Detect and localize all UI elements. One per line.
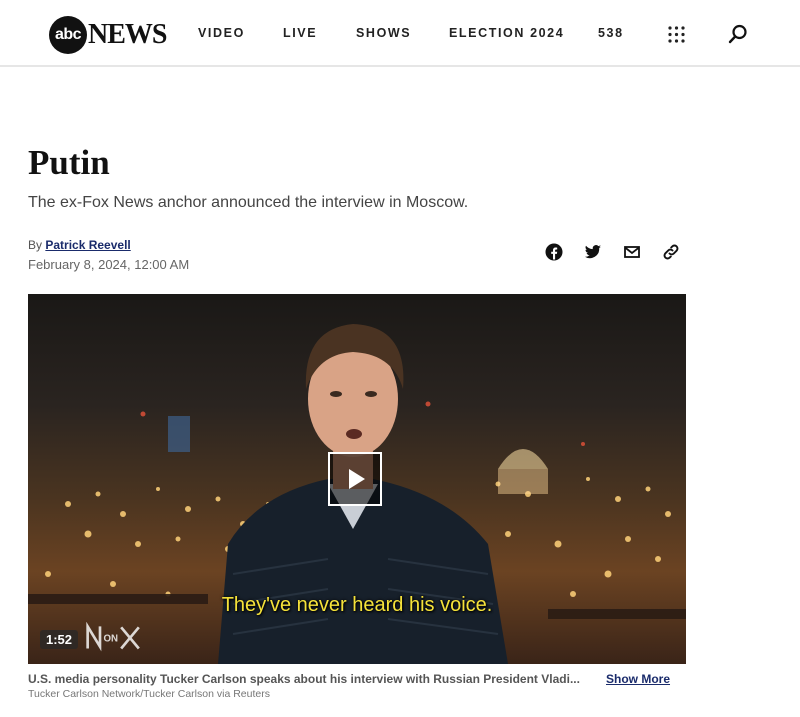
photo-credit: Tucker Carlson Network/Tucker Carlson vi… bbox=[28, 688, 270, 700]
nav-live[interactable]: LIVE bbox=[283, 26, 317, 40]
nav-video[interactable]: VIDEO bbox=[198, 26, 245, 40]
video-subtitle: They've never heard his voice. bbox=[221, 594, 493, 616]
article-subhead: The ex-Fox News anchor announced the int… bbox=[28, 194, 469, 211]
abc-news-logo[interactable]: abc NEWS bbox=[49, 16, 167, 54]
logo-word: NEWS bbox=[88, 19, 167, 50]
video-caption: U.S. media personality Tucker Carlson sp… bbox=[28, 672, 580, 686]
twitter-icon[interactable] bbox=[584, 243, 602, 261]
publish-date: February 8, 2024, 12:00 AM bbox=[28, 257, 190, 272]
show-more-link[interactable]: Show More bbox=[606, 672, 670, 686]
byline: By Patrick Reevell bbox=[28, 238, 131, 252]
link-icon[interactable] bbox=[662, 243, 680, 261]
nav-538[interactable]: 538 bbox=[598, 26, 624, 40]
author-link[interactable]: Patrick Reevell bbox=[45, 238, 130, 252]
play-button[interactable] bbox=[328, 452, 382, 506]
byline-prefix: By bbox=[28, 238, 43, 252]
play-icon bbox=[349, 469, 365, 489]
video-player[interactable]: They've never heard his voice. 1:52 ON bbox=[28, 294, 686, 664]
search-icon[interactable] bbox=[728, 24, 748, 44]
facebook-icon[interactable] bbox=[545, 243, 563, 261]
nav-shows[interactable]: SHOWS bbox=[356, 26, 411, 40]
network-watermark-icon: ON bbox=[86, 622, 140, 652]
article-headline: Putin bbox=[28, 143, 110, 182]
svg-text:ON: ON bbox=[104, 633, 119, 644]
logo-mark: abc bbox=[49, 16, 87, 54]
nav-election-2024[interactable]: ELECTION 2024 bbox=[449, 26, 564, 40]
site-header: abc NEWS VIDEO LIVE SHOWS ELECTION 2024 … bbox=[0, 0, 800, 67]
grid-icon[interactable] bbox=[668, 26, 685, 43]
video-duration: 1:52 bbox=[40, 630, 79, 649]
email-icon[interactable] bbox=[623, 243, 641, 261]
